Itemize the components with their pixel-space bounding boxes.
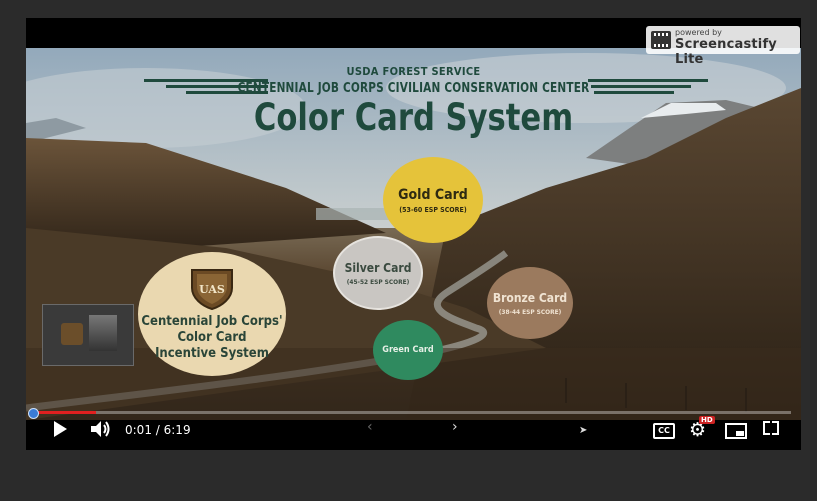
slide-thumbnail-image[interactable] [42, 304, 134, 366]
green-card-circle[interactable]: Green Card [373, 320, 443, 380]
forest-service-shield-icon: UAS [191, 269, 233, 310]
cc-icon[interactable]: CC [653, 423, 675, 439]
cjc-line-1: Centennial Job Corps' [141, 314, 283, 329]
screencastify-brand: Screencastify Lite [675, 37, 777, 67]
hd-badge: HD [699, 416, 715, 424]
time-separator: / [151, 423, 164, 437]
green-card-title: Green Card [382, 345, 434, 355]
progress-scrubber[interactable] [28, 408, 39, 419]
bronze-card-circle[interactable]: Bronze Card (38-44 ESP SCORE) [487, 267, 573, 339]
center-name: CENTENNIAL JOB CORPS CIVILIAN CONSERVATI… [237, 81, 590, 96]
miniplayer-icon[interactable] [725, 423, 747, 439]
duration: 6:19 [163, 423, 191, 437]
screencastify-watermark[interactable]: powered by Screencastify Lite [646, 26, 800, 67]
volume-icon[interactable] [90, 420, 112, 438]
fullscreen-icon[interactable] [763, 421, 779, 435]
bronze-card-score: (38-44 ESP SCORE) [498, 307, 562, 316]
prev-slide-icon[interactable]: ‹ [367, 419, 373, 435]
thumbnail-shield-icon [61, 323, 83, 345]
player-controls-bar: 0:01 / 6:19 ‹ › ➤ CC ⚙ HD [26, 408, 801, 450]
mouse-cursor-icon: ➤ [579, 425, 588, 436]
film-strip-icon [651, 31, 671, 49]
gold-card-score: (53-60 ESP SCORE) [399, 205, 467, 214]
video-player[interactable]: powered by Screencastify Lite USDA FORES… [26, 18, 801, 450]
cjc-line-2: Color Card [177, 330, 247, 345]
progress-track[interactable] [36, 411, 791, 414]
next-slide-icon[interactable]: › [452, 419, 458, 435]
powered-by-label: powered by [675, 28, 722, 37]
silver-card-circle[interactable]: Silver Card (45-52 ESP SCORE) [333, 236, 423, 310]
current-time: 0:01 [125, 423, 152, 437]
shield-text: UAS [199, 283, 225, 296]
silver-card-score: (45-52 ESP SCORE) [346, 277, 410, 286]
progress-fill [36, 411, 96, 414]
gold-card-circle[interactable]: Gold Card (53-60 ESP SCORE) [383, 157, 483, 243]
time-display: 0:01 / 6:19 [125, 423, 191, 437]
cjc-line-3: Incentive System [155, 346, 269, 361]
gold-card-title: Gold Card [398, 186, 468, 203]
slide-title: Color Card System [253, 96, 574, 139]
cjc-incentive-circle[interactable]: UAS Centennial Job Corps' Color Card Inc… [138, 252, 286, 376]
play-icon[interactable] [52, 420, 68, 438]
thumbnail-figure [89, 315, 117, 351]
silver-card-title: Silver Card [344, 260, 412, 275]
bronze-card-title: Bronze Card [492, 290, 568, 305]
